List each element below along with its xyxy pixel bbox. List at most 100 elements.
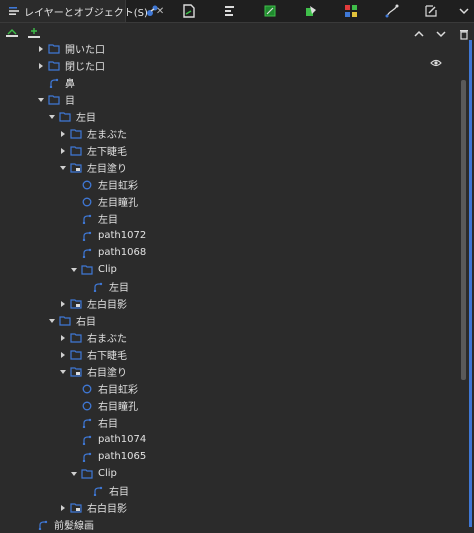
clipped-group-icon (69, 297, 83, 311)
chevron-down-icon[interactable] (456, 3, 472, 19)
tree-row[interactable]: 左目 (0, 278, 458, 295)
folder-icon (69, 331, 83, 345)
tree-row-label: 左目 (76, 113, 96, 124)
scrollbar-thumb[interactable] (461, 80, 466, 380)
tree-row[interactable]: 閉じた口 (0, 57, 458, 74)
tree-row-label: path1065 (98, 451, 147, 462)
clipped-group-icon (69, 501, 83, 515)
tree-row[interactable]: 右下睫毛 (0, 346, 458, 363)
folder-icon (80, 263, 94, 277)
collapse-chevron-icon[interactable] (35, 94, 47, 106)
tree-row-label: 右まぶた (87, 334, 127, 345)
tree-row[interactable]: 右目 (0, 482, 458, 499)
tree-row[interactable]: path1074 (0, 431, 458, 448)
collapse-chevron-icon[interactable] (46, 111, 58, 123)
tree-row-label: Clip (98, 264, 117, 275)
expand-chevron-icon[interactable] (57, 298, 69, 310)
tree-row[interactable]: 左まぶた (0, 125, 458, 142)
tree-row[interactable]: path1068 (0, 244, 458, 261)
expand-chevron-icon[interactable] (35, 43, 47, 55)
path-object-icon (36, 518, 50, 532)
folder-icon (69, 127, 83, 141)
ellipse-object-icon (80, 195, 94, 209)
tree-row[interactable]: 左目 (0, 210, 458, 227)
tree-row-label: 開いた口 (65, 45, 105, 56)
path-effects-icon[interactable] (384, 3, 400, 19)
tree-row-label: 右下睫毛 (87, 351, 127, 362)
tree-row[interactable]: 右まぶた (0, 329, 458, 346)
tree-scrollbar[interactable] (459, 40, 467, 527)
collapse-chevron-icon[interactable] (68, 264, 80, 276)
tree-row[interactable]: 右白目影 (0, 499, 458, 516)
tree-row[interactable]: 左目虹彩 (0, 176, 458, 193)
tree-row-label: 左下睫毛 (87, 147, 127, 158)
collapse-chevron-icon[interactable] (46, 315, 58, 327)
tree-row[interactable]: 右目 (0, 312, 458, 329)
clipped-group-icon (69, 161, 83, 175)
collapse-chevron-icon[interactable] (57, 162, 69, 174)
tree-row[interactable]: 左白目影 (0, 295, 458, 312)
folder-icon (58, 314, 72, 328)
tree-row[interactable]: path1065 (0, 448, 458, 465)
tree-row[interactable]: 左目 (0, 108, 458, 125)
expand-chevron-icon[interactable] (57, 502, 69, 514)
folder-icon (47, 93, 61, 107)
document-properties-icon[interactable] (181, 3, 197, 19)
tree-row[interactable]: 左目瞳孔 (0, 193, 458, 210)
tree-row-label: 左目瞳孔 (98, 198, 138, 209)
panel-tab-bar: レイヤーとオブジェクト(S) ✕ (0, 0, 474, 23)
edit-pen-icon[interactable] (423, 3, 439, 19)
expand-chevron-icon[interactable] (35, 60, 47, 72)
tree-row-label: 左まぶた (87, 130, 127, 141)
fill-stroke-icon[interactable] (303, 3, 319, 19)
tree-row[interactable]: 右目 (0, 414, 458, 431)
expand-chevron-icon[interactable] (57, 128, 69, 140)
tab-layers-and-objects[interactable]: レイヤーとオブジェクト(S) ✕ (0, 0, 164, 22)
expand-chevron-icon[interactable] (57, 349, 69, 361)
ellipse-object-icon (80, 399, 94, 413)
collapse-chevron-icon[interactable] (57, 366, 69, 378)
tree-row-label: 右目虹彩 (98, 385, 138, 396)
tree-row-label: 左目 (98, 215, 118, 226)
tree-row[interactable]: 右目虹彩 (0, 380, 458, 397)
clipped-group-icon (69, 365, 83, 379)
tree-row[interactable]: 開いた口 (0, 40, 458, 57)
tree-row[interactable]: 左下睫毛 (0, 142, 458, 159)
tree-row-label: 目 (65, 96, 75, 107)
tree-row[interactable]: 右目塗り (0, 363, 458, 380)
path-object-icon (80, 229, 94, 243)
expand-chevron-icon[interactable] (57, 332, 69, 344)
tree-row[interactable]: 左目塗り (0, 159, 458, 176)
tree-row-label: 左目 (109, 283, 129, 294)
path-object-icon (47, 76, 61, 90)
collapse-chevron-icon[interactable] (68, 468, 80, 480)
swatches-icon[interactable] (343, 3, 359, 19)
tree-row[interactable]: 右目瞳孔 (0, 397, 458, 414)
tab-title: レイヤーとオブジェクト(S) (24, 7, 148, 19)
tree-row-label: Clip (98, 468, 117, 479)
tree-row[interactable]: Clip (0, 465, 458, 482)
tree-row-label: 左目塗り (87, 164, 127, 175)
align-distribute-icon[interactable] (222, 3, 238, 19)
expand-chevron-icon[interactable] (57, 145, 69, 157)
transform-icon[interactable] (262, 3, 278, 19)
tree-row[interactable]: 前髪線画 (0, 516, 458, 533)
tree-row[interactable]: path1072 (0, 227, 458, 244)
folder-icon (47, 59, 61, 73)
path-object-icon (80, 246, 94, 260)
xml-editor-icon[interactable] (144, 3, 160, 19)
tree-row[interactable]: 目 (0, 91, 458, 108)
tree-row[interactable]: 鼻 (0, 74, 458, 91)
tree-row[interactable]: Clip (0, 261, 458, 278)
tree-row-label: 左目虹彩 (98, 181, 138, 192)
folder-icon (69, 348, 83, 362)
